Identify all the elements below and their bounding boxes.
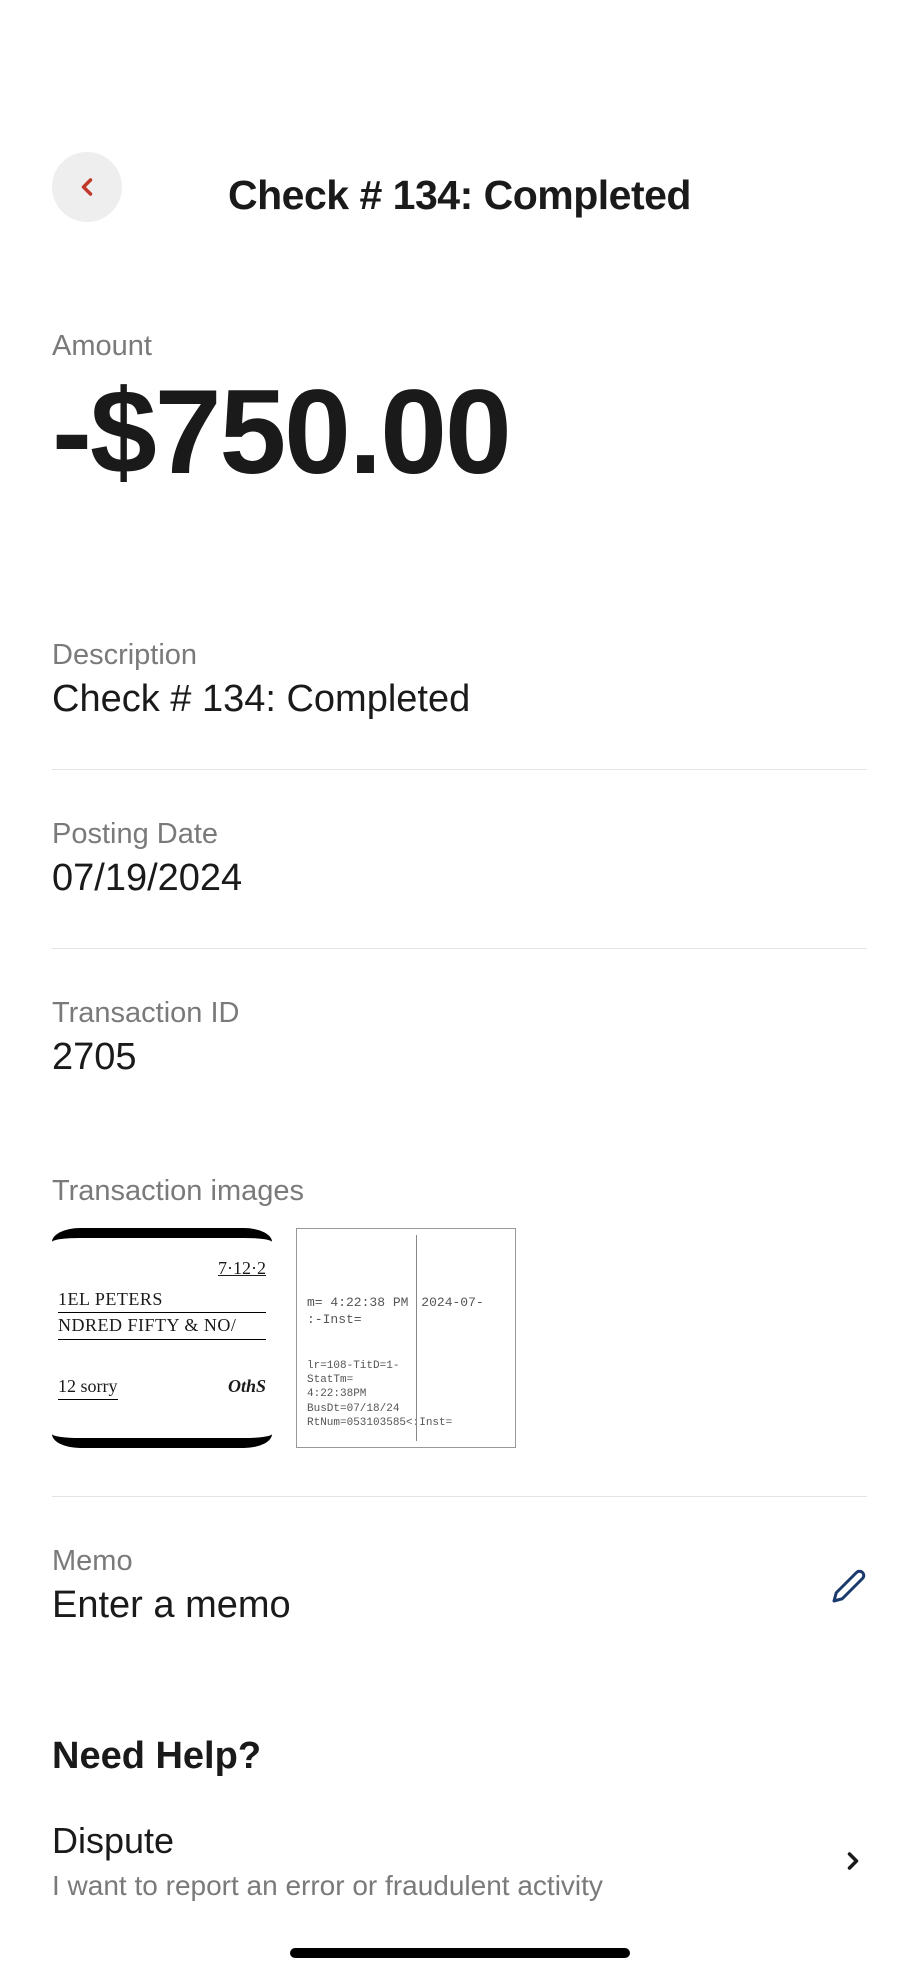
content: Amount -$750.00 Description Check # 134:… (0, 240, 919, 1942)
memo-section[interactable]: Memo Enter a memo (52, 1497, 867, 1675)
dispute-title: Dispute (52, 1820, 603, 1862)
dispute-row[interactable]: Dispute I want to report an error or fra… (52, 1820, 867, 1942)
transaction-id-section: Transaction ID 2705 (52, 949, 867, 1127)
chevron-right-icon (839, 1843, 867, 1879)
transaction-images-label: Transaction images (52, 1175, 867, 1208)
memo-label: Memo (52, 1545, 291, 1578)
amount-label: Amount (52, 330, 867, 363)
transaction-images-section: Transaction images 7·12·2 1EL PETERS NDR… (52, 1127, 867, 1497)
page-title: Check # 134: Completed (52, 172, 867, 219)
pencil-icon[interactable] (831, 1568, 867, 1604)
memo-placeholder: Enter a memo (52, 1584, 291, 1627)
description-label: Description (52, 639, 867, 672)
amount-value: -$750.00 (52, 369, 867, 495)
description-section: Description Check # 134: Completed (52, 591, 867, 770)
posting-date-label: Posting Date (52, 818, 867, 851)
check-front-image[interactable]: 7·12·2 1EL PETERS NDRED FIFTY & NO/ 12 s… (52, 1228, 272, 1448)
chevron-left-icon (73, 169, 101, 205)
description-value: Check # 134: Completed (52, 678, 867, 721)
home-indicator[interactable] (290, 1948, 630, 1958)
dispute-subtitle: I want to report an error or fraudulent … (52, 1870, 603, 1902)
back-button[interactable] (52, 152, 122, 222)
header: Check # 134: Completed (0, 0, 919, 240)
posting-date-section: Posting Date 07/19/2024 (52, 770, 867, 949)
posting-date-value: 07/19/2024 (52, 857, 867, 900)
need-help-title: Need Help? (52, 1735, 867, 1778)
transaction-id-label: Transaction ID (52, 997, 867, 1030)
check-back-image[interactable]: m= 4:22:38 PM :-Inst= lr=108-TitD=1-Stat… (296, 1228, 516, 1448)
transaction-id-value: 2705 (52, 1036, 867, 1079)
amount-section: Amount -$750.00 (52, 330, 867, 543)
